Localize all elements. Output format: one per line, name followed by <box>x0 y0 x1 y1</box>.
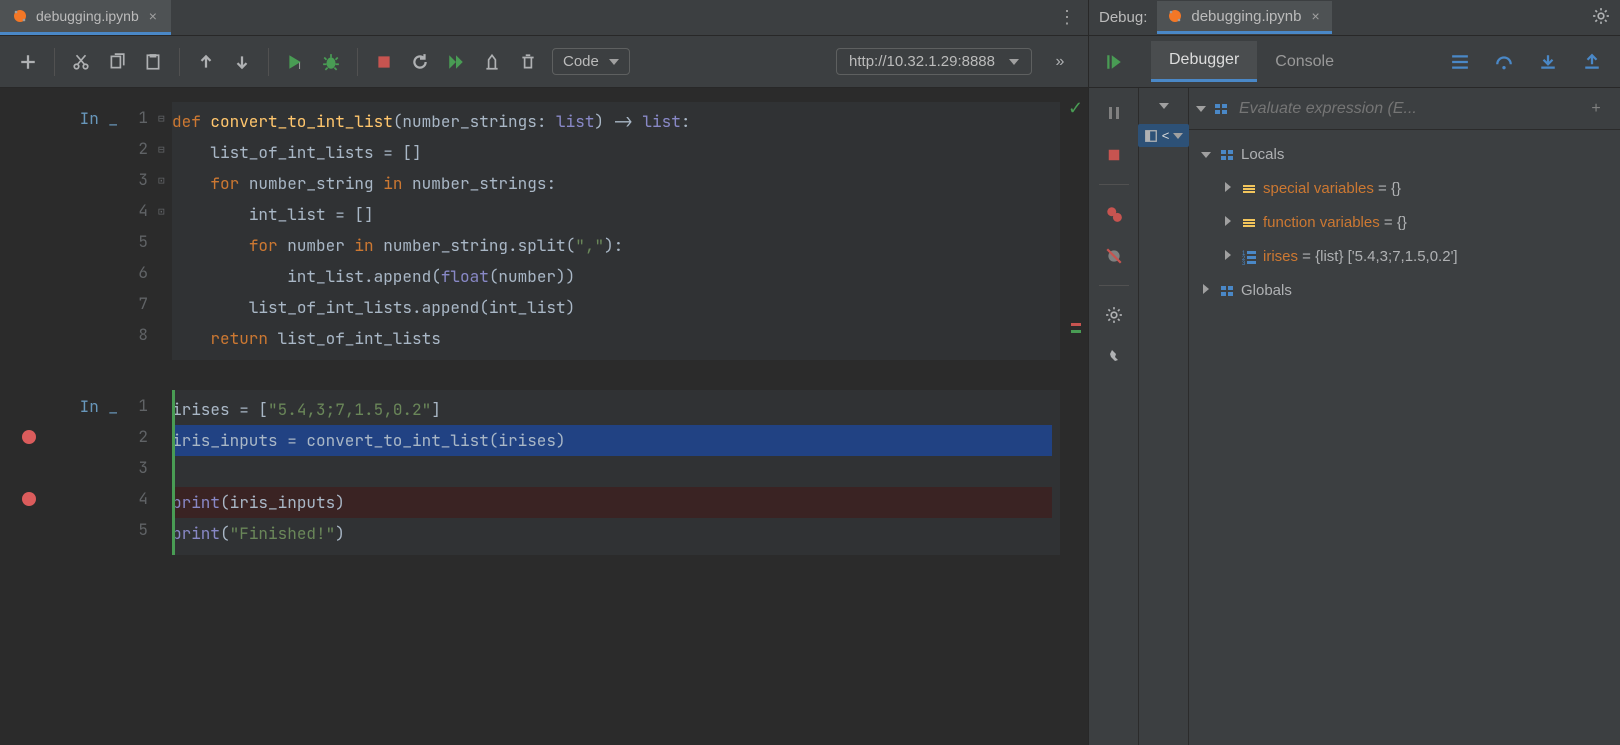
debug-run-controls <box>1089 88 1139 745</box>
delete-button[interactable] <box>512 46 544 78</box>
breakpoint-gutter[interactable] <box>0 390 56 555</box>
frames-column: < <box>1139 88 1189 745</box>
list-icon: 123 <box>1241 249 1257 265</box>
debug-header: Debug: debugging.ipynb × <box>1089 0 1620 36</box>
var-special[interactable]: special variables = {} <box>1193 172 1616 206</box>
move-up-button[interactable] <box>190 46 222 78</box>
tab-overflow-menu[interactable]: ⋮ <box>1046 7 1088 28</box>
restart-button[interactable] <box>404 46 436 78</box>
group-icon <box>1241 215 1257 231</box>
add-watch-button[interactable]: + <box>1580 93 1612 125</box>
server-label: http://10.32.1.29:8888 <box>849 53 995 70</box>
chevron-down-icon <box>1009 59 1019 65</box>
debug-label: Debug: <box>1099 9 1147 26</box>
var-irises[interactable]: 123 irises = {list} ['5.4,3;7,1.5,0.2'] <box>1193 240 1616 274</box>
resume-button[interactable] <box>1098 46 1130 78</box>
group-icon <box>1241 181 1257 197</box>
svg-text:I: I <box>298 60 301 70</box>
cell-prompt: In _ <box>56 102 124 360</box>
breakpoint-icon[interactable] <box>22 430 36 444</box>
debug-panel: Debug: debugging.ipynb × Debugger Consol… <box>1088 0 1620 745</box>
frames-selector[interactable]: < <box>1138 124 1190 147</box>
svg-text:3: 3 <box>1242 261 1246 265</box>
cell-type-select[interactable]: Code <box>552 48 630 75</box>
cell-type-label: Code <box>563 53 599 70</box>
var-function[interactable]: function variables = {} <box>1193 206 1616 240</box>
copy-button[interactable] <box>101 46 133 78</box>
scope-globals[interactable]: Globals <box>1193 274 1616 308</box>
line-numbers: 1 2 3 4 5 <box>124 390 158 555</box>
debug-session-tab[interactable]: debugging.ipynb × <box>1157 1 1331 34</box>
chevron-down-icon[interactable] <box>1196 106 1206 112</box>
paste-button[interactable] <box>137 46 169 78</box>
chevron-down-icon <box>1173 133 1183 139</box>
debug-toolbar: Debugger Console <box>1089 36 1620 88</box>
pin-button[interactable] <box>1097 340 1131 374</box>
jupyter-icon <box>12 8 28 24</box>
scope-icon <box>1213 101 1229 117</box>
view-breakpoints-button[interactable] <box>1097 197 1131 231</box>
tab-debugger[interactable]: Debugger <box>1151 41 1257 82</box>
gear-icon[interactable] <box>1592 7 1610 29</box>
step-into-icon[interactable] <box>1532 46 1564 78</box>
add-cell-button[interactable] <box>12 46 44 78</box>
frames-label: < <box>1162 128 1170 143</box>
active-cell-bar <box>172 390 175 555</box>
evaluate-row: + <box>1189 88 1620 130</box>
divider <box>179 48 180 76</box>
run-all-button[interactable] <box>440 46 472 78</box>
breakpoint-gutter[interactable] <box>0 102 56 360</box>
mute-breakpoints-button[interactable] <box>1097 239 1131 273</box>
move-down-button[interactable] <box>226 46 258 78</box>
scope-icon <box>1219 147 1235 163</box>
evaluate-input[interactable] <box>1229 100 1580 118</box>
collapse-frames-icon[interactable] <box>1152 94 1176 118</box>
editor-tab-bar: debugging.ipynb × ⋮ <box>0 0 1088 36</box>
step-out-icon[interactable] <box>1576 46 1608 78</box>
debug-body: < + Locals <box>1089 88 1620 745</box>
editor-panel: debugging.ipynb × ⋮ I <box>0 0 1088 745</box>
debug-tabs: Debugger Console <box>1139 41 1352 82</box>
jupyter-icon <box>1167 8 1183 24</box>
debug-settings-button[interactable] <box>1097 298 1131 332</box>
debug-tab-label: debugging.ipynb <box>1191 8 1301 25</box>
variables-tree[interactable]: Locals special variables = {} function v… <box>1189 130 1620 745</box>
pause-button[interactable] <box>1097 96 1131 130</box>
divider <box>54 48 55 76</box>
close-icon[interactable]: × <box>147 6 159 26</box>
stop-button[interactable] <box>368 46 400 78</box>
breakpoint-icon[interactable] <box>22 492 36 506</box>
debug-button[interactable] <box>315 46 347 78</box>
scope-icon <box>1219 283 1235 299</box>
server-select[interactable]: http://10.32.1.29:8888 <box>836 48 1032 75</box>
run-button[interactable]: I <box>279 46 311 78</box>
fold-column[interactable]: ⊟ ⊟ ⊡ ⊡ <box>158 102 172 360</box>
chevron-down-icon <box>609 59 619 65</box>
editor-tab-debugging[interactable]: debugging.ipynb × <box>0 0 171 35</box>
close-icon[interactable]: × <box>1309 6 1321 26</box>
scope-locals[interactable]: Locals <box>1193 138 1616 172</box>
step-over-icon[interactable] <box>1488 46 1520 78</box>
line-numbers: 1 2 3 4 5 6 7 8 <box>124 102 158 360</box>
code-area[interactable]: irises = ["5.4,3;7,1.5,0.2"] iris_inputs… <box>172 390 1060 555</box>
cell-prompt: In _ <box>56 390 124 555</box>
divider <box>357 48 358 76</box>
more-toolbar-button[interactable]: » <box>1044 46 1076 78</box>
code-area[interactable]: def convert_to_int_list(number_strings: … <box>172 102 1060 360</box>
layout-settings-icon[interactable] <box>1444 46 1476 78</box>
fold-column[interactable] <box>158 390 172 555</box>
tab-console[interactable]: Console <box>1257 43 1352 81</box>
variables-panel: + Locals special variables = {} function… <box>1189 88 1620 745</box>
stop-debug-button[interactable] <box>1097 138 1131 172</box>
divider <box>268 48 269 76</box>
code-cell-2[interactable]: In _ 1 2 3 4 5 irises = ["5.4,3;7,1.5,0.… <box>0 390 1088 555</box>
clear-output-button[interactable] <box>476 46 508 78</box>
code-cell-1[interactable]: In _ 1 2 3 4 5 6 7 8 ⊟ ⊟ ⊡ ⊡ <box>0 102 1088 360</box>
notebook-toolbar: I Code http://10.32.1.29:8888 <box>0 36 1088 88</box>
editor-tab-label: debugging.ipynb <box>36 8 139 24</box>
editor-body: ✓ In _ 1 2 3 4 5 6 7 8 <box>0 88 1088 745</box>
cut-button[interactable] <box>65 46 97 78</box>
